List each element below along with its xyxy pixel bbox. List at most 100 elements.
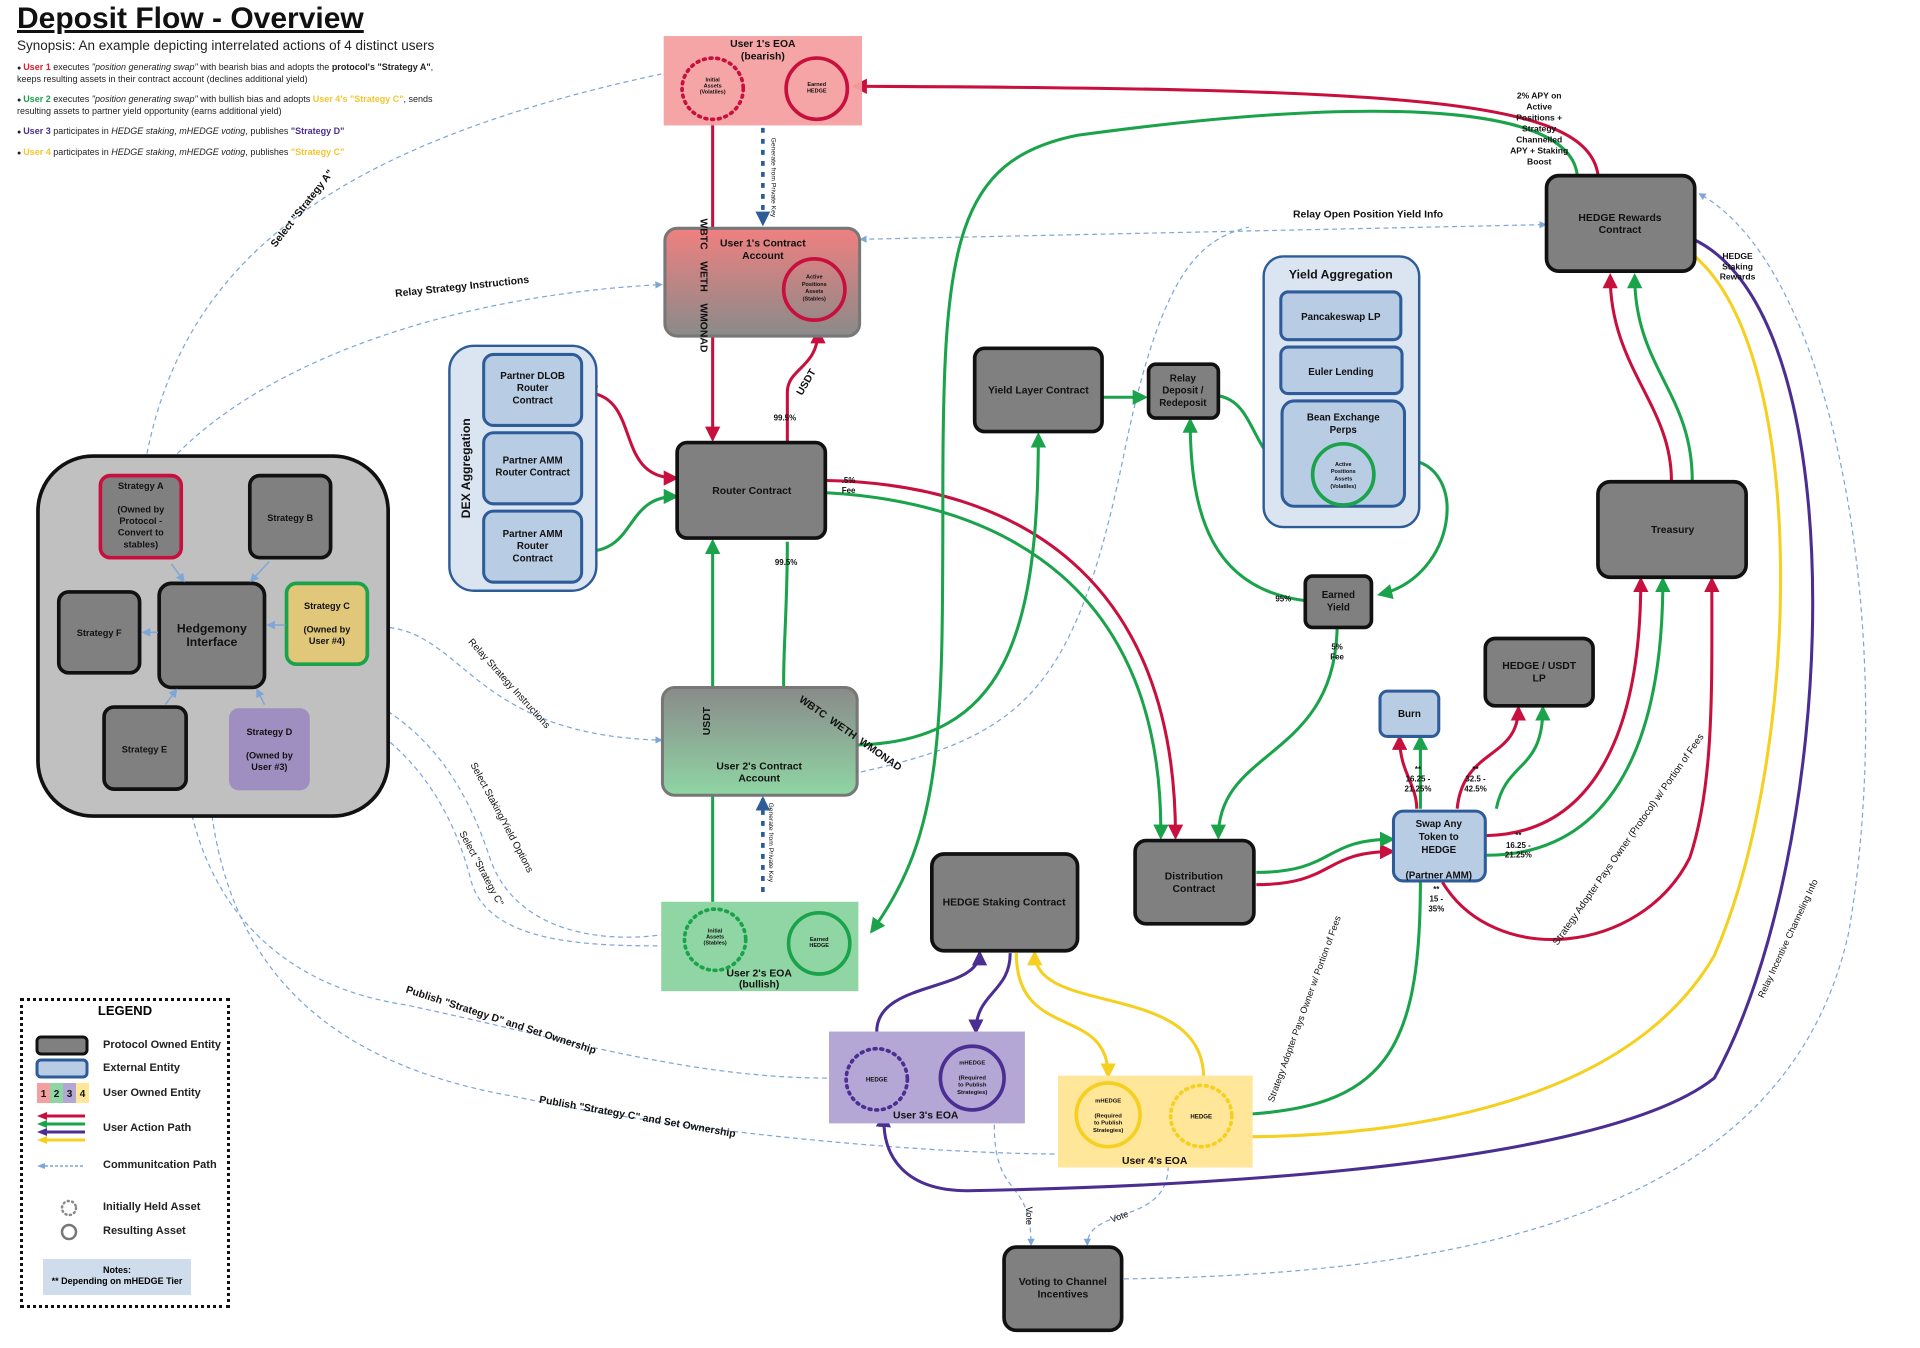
label-line: 16.25 - bbox=[1506, 841, 1531, 850]
label-line: Earned bbox=[810, 937, 829, 943]
user1-eoa[interactable]: User 1's EOA (bearish) InitialAssets(Vol… bbox=[663, 36, 863, 126]
u1-rewards-eoa bbox=[851, 78, 1600, 175]
user2-eoa-title: User 2's EOA bbox=[726, 968, 792, 979]
burn-node[interactable]: Burn bbox=[1378, 689, 1441, 738]
label-line: to Publish bbox=[958, 1083, 987, 1089]
bullet-text: participates in bbox=[50, 126, 112, 136]
label-line: Earned bbox=[1322, 590, 1355, 601]
label-line: Redeposit bbox=[1159, 398, 1207, 409]
label-line: Channelled bbox=[1516, 135, 1562, 145]
legend-user-owned: User Owned Entity bbox=[103, 1087, 201, 1099]
u2-swap-user4 bbox=[1233, 882, 1422, 1122]
bullet-text: "Strategy C" bbox=[290, 147, 345, 157]
u2-router-amm bbox=[582, 488, 679, 560]
hedge-usdt-lp[interactable]: HEDGE / USDTLP bbox=[1483, 636, 1595, 708]
user2-earned-hedge-label: EarnedHEDGE bbox=[809, 937, 829, 949]
distribution-contract[interactable]: DistributionContract bbox=[1133, 838, 1256, 926]
pct-router-bottom: 99.5% bbox=[775, 558, 798, 567]
yield-item-pancakeswap[interactable]: Pancakeswap LP bbox=[1279, 290, 1403, 342]
dex-item-dlob[interactable]: Partner DLOBRouterContract bbox=[482, 352, 584, 427]
staking-rewards-label: HEDGEStakingRewards bbox=[1720, 251, 1756, 282]
dex-aggregation-group: DEX Aggregation Partner DLOBRouterContra… bbox=[448, 344, 598, 592]
label-line: Strategy E bbox=[122, 744, 167, 754]
legend-resulting-asset: Resulting Asset bbox=[103, 1225, 186, 1237]
user3-eoa[interactable]: HEDGE mHEDGE (Required to PublishStrategie… bbox=[828, 1031, 1025, 1124]
strategy-e[interactable]: Strategy E bbox=[102, 705, 188, 791]
swap-partner-amm[interactable]: Swap Any Token to HEDGE (Partner AMM) bbox=[1391, 809, 1487, 883]
user1-contract-account[interactable]: User 1's ContractAccount Active Positions… bbox=[663, 226, 862, 338]
bullet-text: "Strategy D" bbox=[290, 126, 345, 136]
bullet-user: User 3 bbox=[23, 126, 51, 136]
label-line: 21.25% bbox=[1404, 785, 1431, 794]
label-line: APY + Staking bbox=[1510, 146, 1568, 156]
label-line: Active bbox=[1526, 102, 1552, 112]
label-line: Token to bbox=[1419, 832, 1459, 843]
hedgemony-interface-label: HedgemonyInterface bbox=[177, 621, 247, 648]
notes-title: Notes: bbox=[102, 1265, 131, 1275]
label-line: HEDGE Rewards bbox=[1578, 213, 1661, 224]
hedge-rewards-contract[interactable]: HEDGE RewardsContract bbox=[1544, 173, 1697, 273]
legend-user-2: 2 bbox=[54, 1089, 60, 1100]
strategy-d[interactable]: Strategy D (Owned by User #3) bbox=[228, 708, 310, 791]
hedge-staking-contract[interactable]: HEDGE Staking Contract bbox=[930, 852, 1080, 953]
label-line: Router bbox=[517, 383, 549, 394]
label-line: ** bbox=[1472, 765, 1479, 774]
label-line: Account bbox=[738, 774, 780, 785]
u4-hedge-staking bbox=[1027, 950, 1206, 1079]
hedgemony-interface[interactable]: HedgemonyInterface bbox=[157, 581, 267, 690]
distribution-label: DistributionContract bbox=[1165, 872, 1223, 895]
label-line: Router bbox=[517, 541, 549, 552]
label-line: User #4) bbox=[309, 636, 345, 646]
header: Deposit Flow - Overview Synopsis: An exa… bbox=[17, 2, 437, 159]
page-title: Deposit Flow - Overview bbox=[17, 2, 364, 35]
user2-eoa[interactable]: InitialAssets(Stables) EarnedHEDGE User … bbox=[661, 901, 859, 992]
path-vote-2 bbox=[1083, 1166, 1169, 1247]
strategy-b[interactable]: Strategy B bbox=[247, 473, 333, 560]
u2-distribution-swap bbox=[1256, 831, 1396, 874]
deposit-flow-diagram: User 1's EOA (bearish) InitialAssets(Vol… bbox=[36, 36, 1867, 1333]
label-line: HEDGE / USDT bbox=[1502, 661, 1577, 672]
bullet-user: User 1 bbox=[23, 62, 51, 72]
label-line: Fee bbox=[842, 486, 856, 495]
yield-item-euler-label: Euler Lending bbox=[1308, 367, 1373, 378]
user2-contract-account[interactable]: User 2's ContractAccount bbox=[660, 685, 859, 797]
legend-user-4: 4 bbox=[80, 1089, 86, 1100]
label-line: 32.5 - bbox=[1465, 775, 1486, 784]
label-line: ** bbox=[1415, 765, 1422, 774]
label-line: LP bbox=[1533, 673, 1546, 684]
yield-item-euler[interactable]: Euler Lending bbox=[1279, 345, 1404, 396]
strategy-d-label: Strategy D (Owned by User #3) bbox=[246, 727, 294, 772]
treasury[interactable]: Treasury bbox=[1596, 479, 1748, 580]
user4-eoa[interactable]: mHEDGE (Required to PublishStrategies) HED… bbox=[1057, 1075, 1253, 1168]
strategy-a[interactable]: Strategy A (Owned by Protocol - Convert tos… bbox=[98, 473, 184, 560]
adopter-pays-1-label: Strategy Adopter Pays Owner w/ Portion o… bbox=[1266, 914, 1343, 1103]
dex-item-amm-2[interactable]: Partner AMMRouterContract bbox=[482, 509, 584, 584]
strategy-f[interactable]: Strategy F bbox=[56, 590, 142, 675]
vote-2-label: Vote bbox=[1109, 1209, 1130, 1225]
yield-layer-contract[interactable]: Yield Layer Contract bbox=[972, 346, 1104, 434]
synopsis-bullets: ● User 1 executes "position generating s… bbox=[17, 62, 437, 159]
treasury-pct-label: **16.25 -21.25% bbox=[1505, 831, 1532, 860]
router-contract[interactable]: Router Contract bbox=[675, 440, 828, 540]
relay-deposit-node[interactable]: Relay Deposit /Redeposit bbox=[1146, 362, 1221, 420]
label-line: Bean Exchange bbox=[1307, 413, 1380, 424]
strategy-c[interactable]: Strategy C (Owned by User #4) bbox=[284, 581, 370, 667]
label-line: to Publish bbox=[1094, 1121, 1123, 1127]
relay-strategy-2-label: Relay Strategy Instructions bbox=[466, 637, 552, 731]
label-line: Contract bbox=[513, 553, 554, 564]
legend-comm-path: Communitcation Path bbox=[103, 1159, 217, 1171]
router-label: Router Contract bbox=[712, 486, 792, 497]
yield-item-bean[interactable]: Bean ExchangePerps ActivePositions Assets… bbox=[1280, 399, 1407, 508]
label-line: Contract bbox=[1599, 225, 1642, 236]
u3-hedge-staking bbox=[875, 950, 988, 1032]
label-line: Strategy B bbox=[267, 513, 313, 523]
earned-yield-node[interactable]: EarnedYield bbox=[1303, 574, 1374, 630]
label-line: Staking bbox=[1722, 261, 1753, 271]
label-line: (Owned by bbox=[246, 750, 294, 760]
dex-item-amm-1[interactable]: Partner AMM Router Contract bbox=[482, 431, 584, 506]
label-line: Pancakeswap LP bbox=[1301, 312, 1381, 323]
label-line: mHEDGE bbox=[1095, 1099, 1121, 1105]
voting-contract[interactable]: Voting to ChannelIncentives bbox=[1002, 1245, 1124, 1333]
user4-eoa-title: User 4's EOA bbox=[1122, 1156, 1188, 1167]
label-line: Earned bbox=[807, 82, 826, 88]
